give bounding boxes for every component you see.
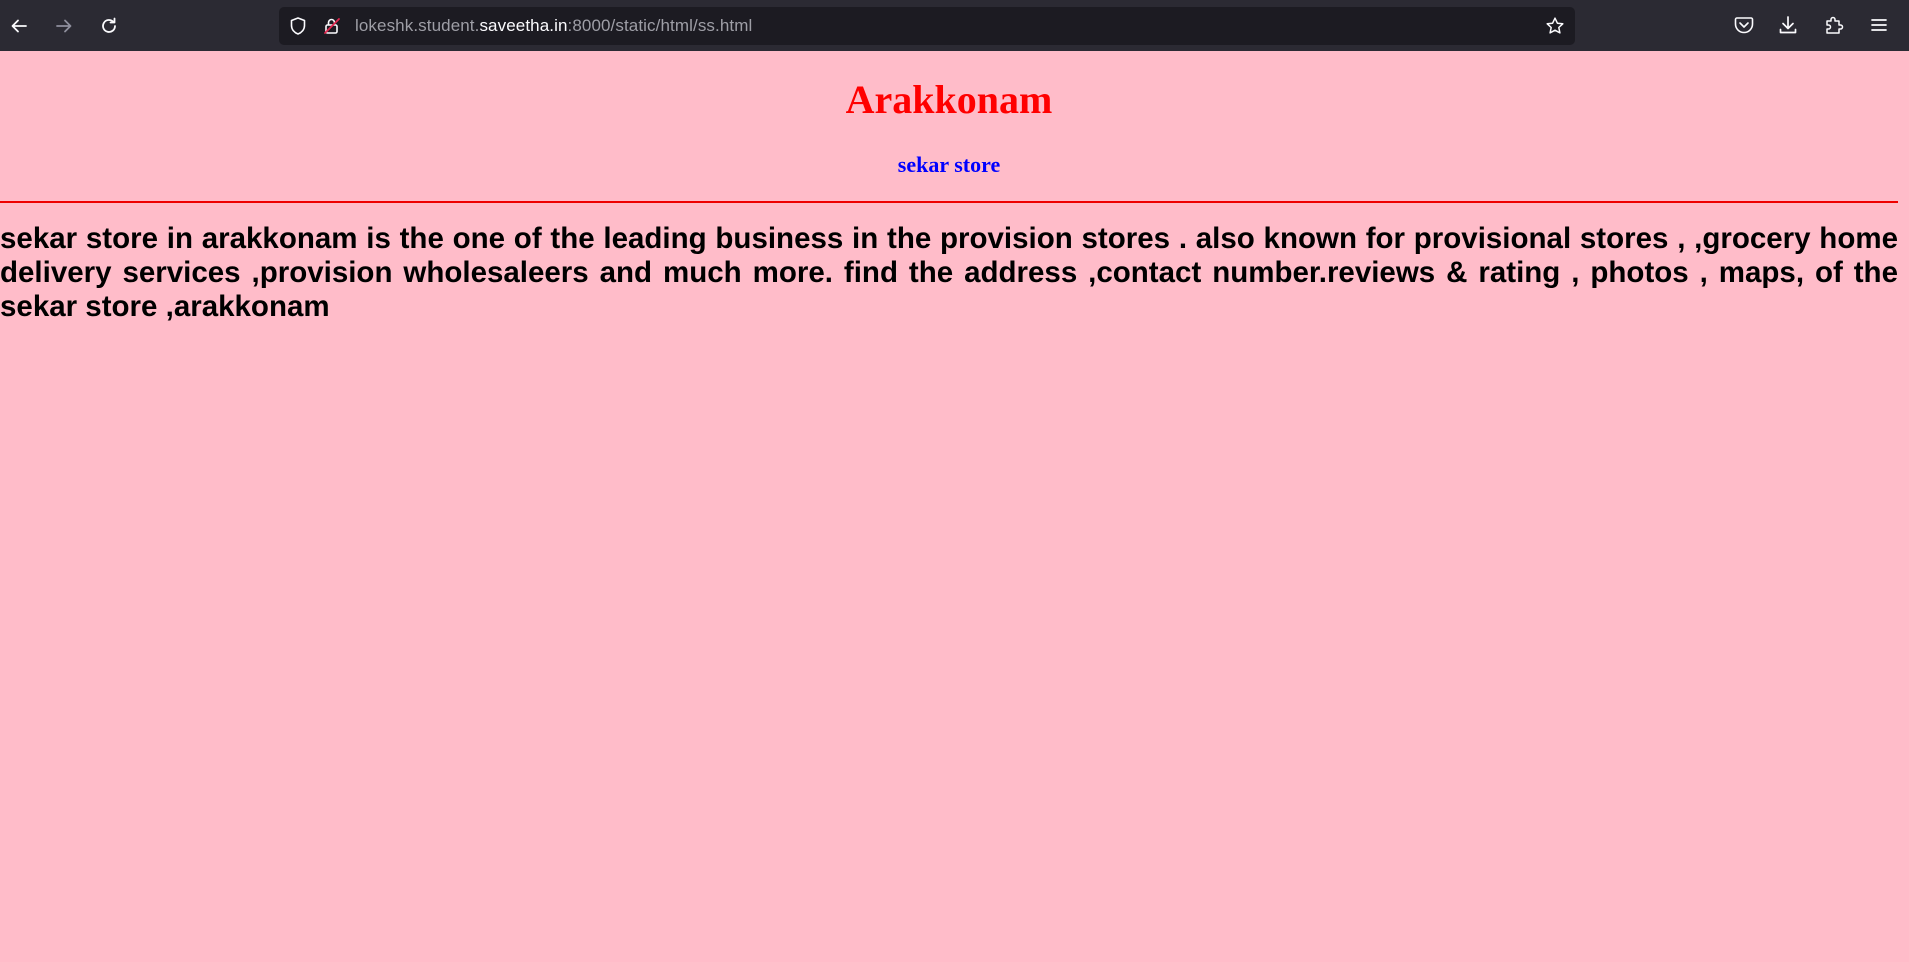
store-description: sekar store in arakkonam is the one of t… — [0, 222, 1898, 323]
url-prefix: lokeshk.student. — [355, 16, 480, 35]
puzzle-icon[interactable] — [1823, 14, 1845, 36]
browser-toolbar: lokeshk.student.saveetha.in:8000/static/… — [0, 0, 1909, 51]
forward-arrow-icon — [56, 19, 72, 33]
back-arrow-icon — [11, 19, 27, 33]
back-button[interactable] — [2, 9, 36, 43]
reload-button[interactable] — [92, 9, 126, 43]
page-subtitle: sekar store — [897, 152, 1001, 177]
url-text[interactable]: lokeshk.student.saveetha.in:8000/static/… — [355, 16, 752, 36]
reload-icon — [102, 17, 116, 33]
star-icon[interactable] — [1545, 16, 1565, 36]
hamburger-menu-icon[interactable] — [1868, 14, 1890, 36]
insecure-lock-icon[interactable] — [322, 16, 342, 36]
url-host: saveetha.in — [479, 16, 568, 35]
page-title: Arakkonam — [845, 77, 1053, 122]
forward-button[interactable] — [47, 9, 81, 43]
address-bar[interactable]: lokeshk.student.saveetha.in:8000/static/… — [279, 7, 1575, 45]
download-icon[interactable] — [1777, 14, 1799, 36]
horizontal-rule — [0, 201, 1898, 203]
pocket-icon[interactable] — [1733, 14, 1755, 36]
shield-icon[interactable] — [288, 16, 308, 36]
url-suffix: :8000/static/html/ss.html — [567, 16, 753, 35]
